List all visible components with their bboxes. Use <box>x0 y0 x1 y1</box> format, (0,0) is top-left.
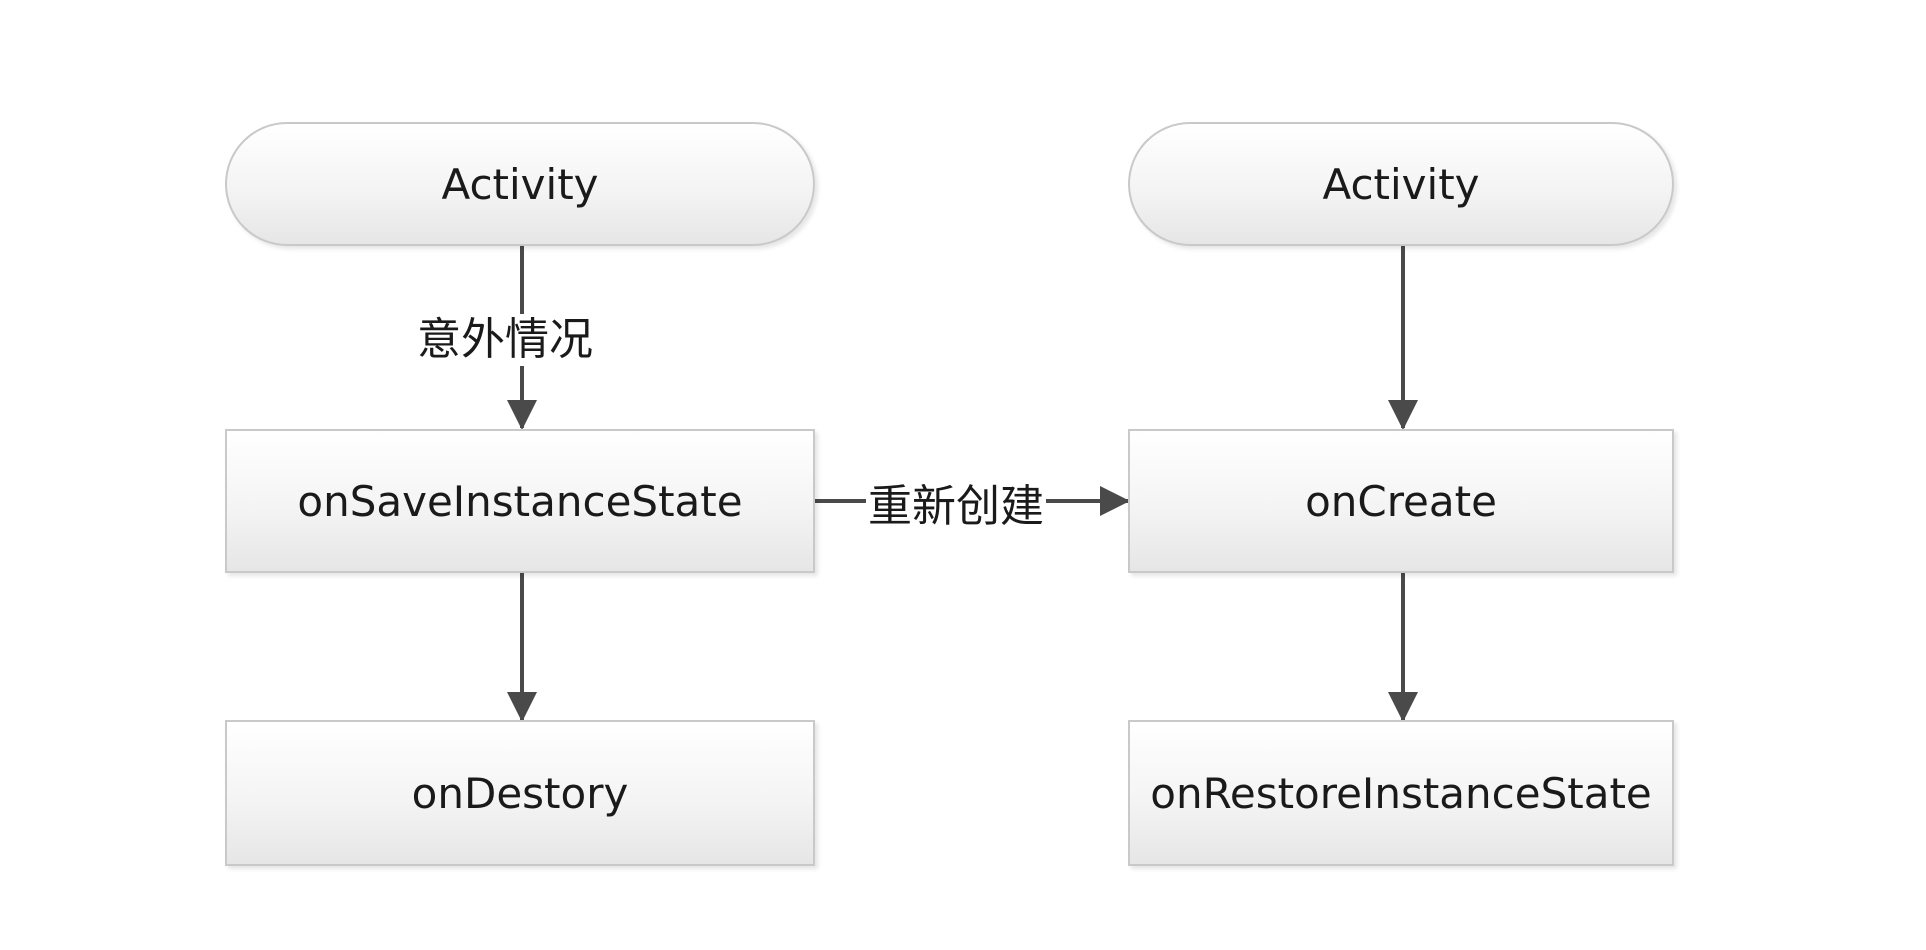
left-activity-label: Activity <box>441 159 599 209</box>
onsaveinstancestate-node: onSaveInstanceState <box>225 429 815 573</box>
recreate-label: 重新创建 <box>866 481 1046 533</box>
ondestory-label: onDestory <box>411 768 629 818</box>
onsaveinstancestate-label: onSaveInstanceState <box>297 476 743 526</box>
right-activity-label: Activity <box>1322 159 1480 209</box>
activity-lifecycle-diagram: Activity 意外情况 onSaveInstanceState onDest… <box>0 0 1926 950</box>
oncreate-node: onCreate <box>1128 429 1674 573</box>
right-activity-node: Activity <box>1128 122 1674 246</box>
left-activity-node: Activity <box>225 122 815 246</box>
unexpected-situation-label: 意外情况 <box>415 314 595 366</box>
oncreate-label: onCreate <box>1305 476 1497 526</box>
onrestoreinstancestate-node: onRestoreInstanceState <box>1128 720 1674 866</box>
ondestory-node: onDestory <box>225 720 815 866</box>
onrestoreinstancestate-label: onRestoreInstanceState <box>1150 768 1652 818</box>
